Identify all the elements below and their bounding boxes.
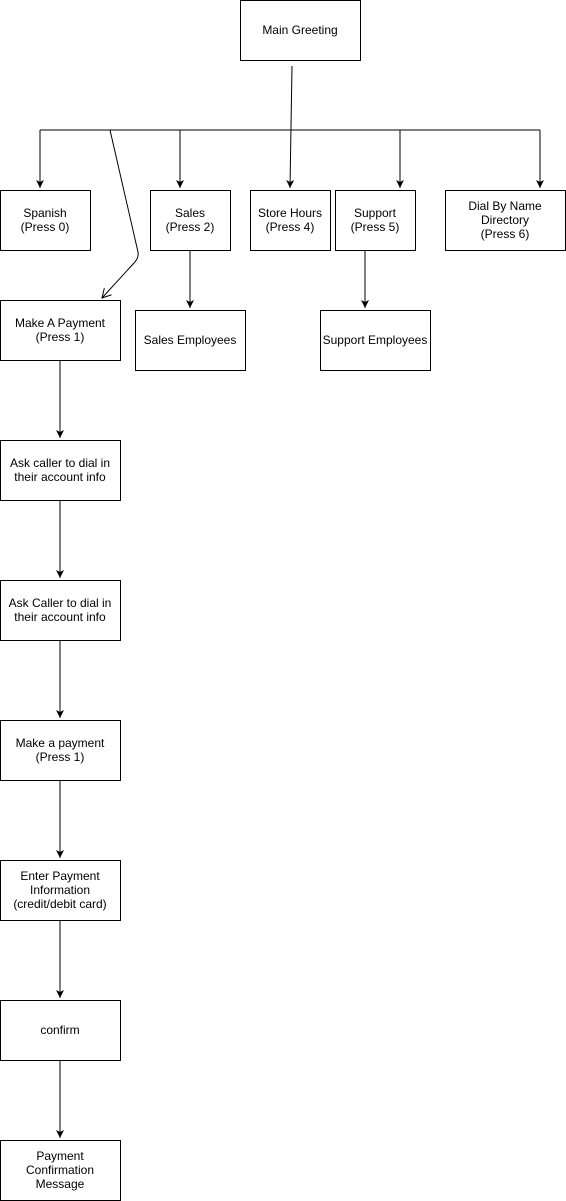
node-label: (Press 1) (36, 330, 85, 344)
edge-main-to-store-hours (286, 65, 295, 189)
node-enter-payment: Enter PaymentInformation(credit/debit ca… (0, 860, 121, 921)
node-label: Ask Caller to dial in (9, 596, 112, 610)
node-label: (Press 1) (36, 750, 85, 764)
node-support: Support(Press 5) (335, 190, 416, 251)
node-label: Directory (481, 213, 529, 227)
node-label: their account info (14, 470, 106, 484)
node-store-hours: Store Hours(Press 4) (250, 190, 331, 251)
node-label: confirm (40, 1023, 79, 1037)
node-label: (Press 6) (481, 227, 530, 241)
node-label: Sales Employees (144, 333, 237, 347)
node-confirm: confirm (0, 1000, 121, 1061)
ivr-flow-diagram: Main GreetingSpanish(Press 0)Sales(Press… (0, 0, 566, 1201)
node-main-greeting: Main Greeting (240, 0, 361, 61)
node-make-a-payment: Make A Payment(Press 1) (0, 300, 121, 361)
node-label: Enter Payment (20, 869, 100, 883)
node-label: Support (354, 206, 397, 220)
node-label: their account info (14, 610, 106, 624)
node-label: (Press 5) (351, 220, 400, 234)
node-label: Spanish (23, 206, 66, 220)
node-sales-employees: Sales Employees (135, 310, 246, 371)
node-label: Sales (175, 206, 205, 220)
node-label: Dial By Name (468, 199, 542, 213)
node-label: Ask caller to dial in (10, 456, 110, 470)
node-label: (Press 0) (21, 220, 70, 234)
node-label: Message (36, 1177, 85, 1191)
node-ask-caller-1: Ask caller to dial intheir account info (0, 440, 121, 501)
node-label: (Press 4) (266, 220, 315, 234)
node-sales: Sales(Press 2) (150, 190, 231, 251)
node-label: Confirmation (26, 1163, 94, 1177)
node-payment-confirmation: PaymentConfirmationMessage (0, 1140, 121, 1201)
node-make-payment-2: Make a payment(Press 1) (0, 720, 121, 781)
node-label: (credit/debit card) (13, 897, 106, 911)
node-dial-by-name: Dial By NameDirectory(Press 6) (445, 190, 566, 251)
node-label: (Press 2) (166, 220, 215, 234)
node-support-employees: Support Employees (320, 310, 431, 371)
node-label: Make a payment (16, 736, 105, 750)
node-label: Payment (36, 1149, 84, 1163)
node-label: Information (30, 883, 90, 897)
node-spanish: Spanish(Press 0) (0, 190, 91, 251)
node-label: Support Employees (323, 333, 428, 347)
node-label: Make A Payment (15, 316, 106, 330)
node-label: Main Greeting (262, 23, 337, 37)
node-label: Store Hours (258, 206, 322, 220)
edge-to-make-a-payment (102, 129, 139, 298)
node-ask-caller-2: Ask Caller to dial intheir account info (0, 580, 121, 641)
